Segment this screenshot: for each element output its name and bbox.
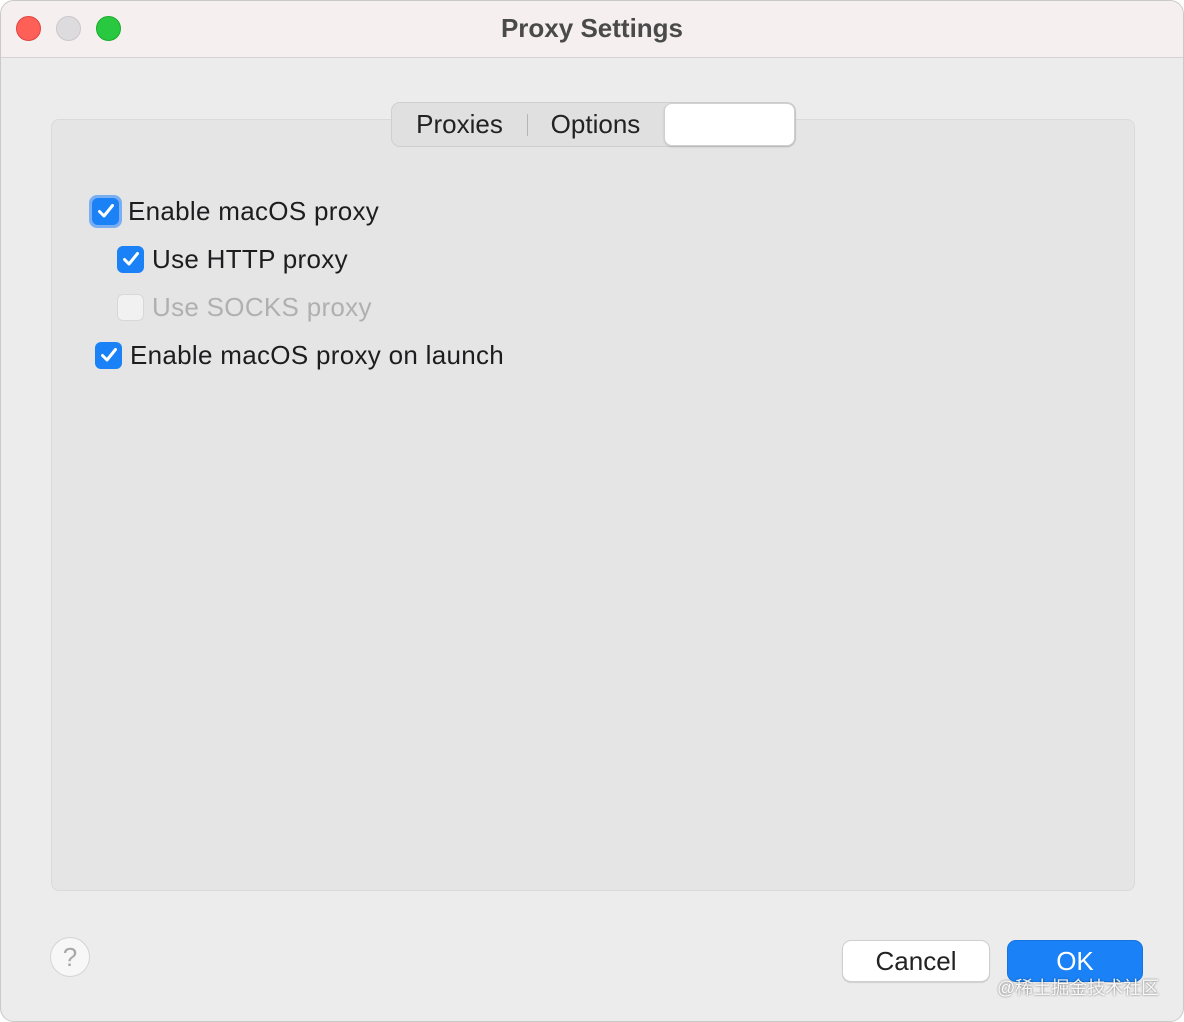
tab-content-panel <box>51 119 1135 891</box>
checkmark-icon <box>100 348 117 362</box>
enable-on-launch-option[interactable]: Enable macOS proxy on launch <box>95 335 504 375</box>
enable-macos-proxy-option[interactable]: Enable macOS proxy <box>89 191 379 231</box>
enable-on-launch-checkbox[interactable] <box>95 341 122 369</box>
enable-macos-proxy-checkbox[interactable] <box>92 197 119 225</box>
checkmark-icon <box>97 204 114 218</box>
enable-on-launch-label: Enable macOS proxy on launch <box>130 339 505 370</box>
checkmark-icon <box>122 252 139 266</box>
use-socks-proxy-checkbox <box>117 293 144 321</box>
enable-macos-proxy-label: Enable macOS proxy <box>128 195 380 226</box>
cancel-button[interactable]: Cancel <box>842 940 990 982</box>
tab-bar: Proxies Options <box>391 102 796 147</box>
proxy-settings-window: Proxy Settings Proxies Options Enable ma… <box>0 0 1184 1022</box>
use-http-proxy-checkbox[interactable] <box>117 245 144 273</box>
help-button[interactable]: ? <box>50 937 90 977</box>
tab-macos-selected[interactable] <box>663 103 795 146</box>
use-http-proxy-option[interactable]: Use HTTP proxy <box>117 239 348 279</box>
use-http-proxy-label: Use HTTP proxy <box>152 243 348 274</box>
title-bar: Proxy Settings <box>1 1 1183 58</box>
use-socks-proxy-option: Use SOCKS proxy <box>117 287 372 327</box>
use-socks-proxy-label: Use SOCKS proxy <box>152 291 372 322</box>
tab-proxies[interactable]: Proxies <box>392 103 527 146</box>
watermark: @稀土掘金技术社区 <box>997 978 1160 998</box>
tab-options[interactable]: Options <box>528 103 663 146</box>
focus-ring <box>89 194 122 228</box>
window-title: Proxy Settings <box>500 13 684 43</box>
